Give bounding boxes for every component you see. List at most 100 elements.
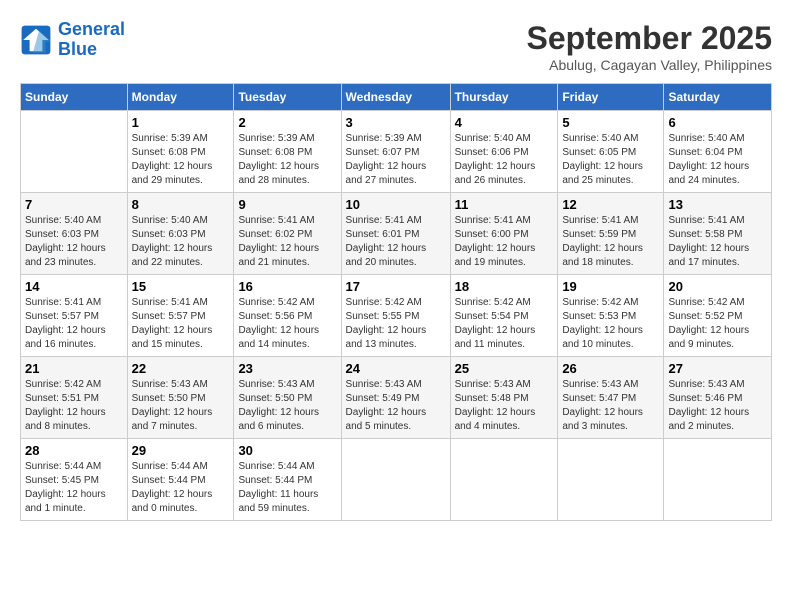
day-number: 1 xyxy=(132,115,230,130)
calendar-cell xyxy=(664,439,772,521)
logo-icon xyxy=(20,24,52,56)
header-friday: Friday xyxy=(558,84,664,111)
day-number: 19 xyxy=(562,279,659,294)
day-info: Sunrise: 5:39 AM Sunset: 6:08 PM Dayligh… xyxy=(238,132,336,188)
calendar-cell: 4 Sunrise: 5:40 AM Sunset: 6:06 PM Daylig… xyxy=(450,111,558,193)
header-saturday: Saturday xyxy=(664,84,772,111)
calendar-cell: 2Sunrise: 5:39 AM Sunset: 6:08 PM Daylig… xyxy=(234,111,341,193)
day-number: 28 xyxy=(25,443,123,458)
day-info: Sunrise: 5:43 AM Sunset: 5:49 PM Dayligh… xyxy=(346,378,446,434)
day-info: Sunrise: 5:40 AM Sunset: 6:06 PM Dayligh… xyxy=(455,132,554,188)
day-number: 3 xyxy=(346,115,446,130)
logo-text: General Blue xyxy=(58,20,125,60)
day-number: 23 xyxy=(238,361,336,376)
calendar-table: Sunday Monday Tuesday Wednesday Thursday… xyxy=(20,83,772,521)
day-number: 26 xyxy=(562,361,659,376)
calendar-cell: 30 Sunrise: 5:44 AM Sunset: 5:44 PM Dayli… xyxy=(234,439,341,521)
day-info: Sunrise: 5:41 AM Sunset: 5:59 PM Dayligh… xyxy=(562,214,659,270)
calendar-cell: 20 Sunrise: 5:42 AM Sunset: 5:52 PM Dayli… xyxy=(664,275,772,357)
calendar-cell: 17 Sunrise: 5:42 AM Sunset: 5:55 PM Dayli… xyxy=(341,275,450,357)
day-number: 12 xyxy=(562,197,659,212)
calendar-cell: 3 Sunrise: 5:39 AM Sunset: 6:07 PM Daylig… xyxy=(341,111,450,193)
day-number: 22 xyxy=(132,361,230,376)
day-number: 18 xyxy=(455,279,554,294)
day-number: 8 xyxy=(132,197,230,212)
day-info: Sunrise: 5:42 AM Sunset: 5:53 PM Dayligh… xyxy=(562,296,659,352)
day-number: 10 xyxy=(346,197,446,212)
calendar-cell: 25Sunrise: 5:43 AM Sunset: 5:48 PM Dayli… xyxy=(450,357,558,439)
calendar-cell: 14Sunrise: 5:41 AM Sunset: 5:57 PM Dayli… xyxy=(21,275,128,357)
header-tuesday: Tuesday xyxy=(234,84,341,111)
day-number: 29 xyxy=(132,443,230,458)
week-row-2: 7 Sunrise: 5:40 AM Sunset: 6:03 PM Daylig… xyxy=(21,193,772,275)
calendar-cell: 8 Sunrise: 5:40 AM Sunset: 6:03 PM Daylig… xyxy=(127,193,234,275)
day-info: Sunrise: 5:44 AM Sunset: 5:45 PM Dayligh… xyxy=(25,460,123,516)
calendar-cell: 6Sunrise: 5:40 AM Sunset: 6:04 PM Daylig… xyxy=(664,111,772,193)
day-info: Sunrise: 5:42 AM Sunset: 5:51 PM Dayligh… xyxy=(25,378,123,434)
calendar-cell: 26Sunrise: 5:43 AM Sunset: 5:47 PM Dayli… xyxy=(558,357,664,439)
calendar-header: Sunday Monday Tuesday Wednesday Thursday… xyxy=(21,84,772,111)
day-info: Sunrise: 5:42 AM Sunset: 5:55 PM Dayligh… xyxy=(346,296,446,352)
day-info: Sunrise: 5:43 AM Sunset: 5:48 PM Dayligh… xyxy=(455,378,554,434)
week-row-5: 28 Sunrise: 5:44 AM Sunset: 5:45 PM Dayli… xyxy=(21,439,772,521)
calendar-cell: 22 Sunrise: 5:43 AM Sunset: 5:50 PM Dayli… xyxy=(127,357,234,439)
day-number: 11 xyxy=(455,197,554,212)
day-info: Sunrise: 5:41 AM Sunset: 5:57 PM Dayligh… xyxy=(132,296,230,352)
day-info: Sunrise: 5:41 AM Sunset: 6:01 PM Dayligh… xyxy=(346,214,446,270)
calendar-cell: 7 Sunrise: 5:40 AM Sunset: 6:03 PM Daylig… xyxy=(21,193,128,275)
calendar-cell: 9 Sunrise: 5:41 AM Sunset: 6:02 PM Daylig… xyxy=(234,193,341,275)
calendar-cell: 28 Sunrise: 5:44 AM Sunset: 5:45 PM Dayli… xyxy=(21,439,128,521)
day-info: Sunrise: 5:39 AM Sunset: 6:08 PM Dayligh… xyxy=(132,132,230,188)
day-number: 4 xyxy=(455,115,554,130)
day-number: 5 xyxy=(562,115,659,130)
logo: General Blue xyxy=(20,20,125,60)
day-number: 17 xyxy=(346,279,446,294)
day-number: 20 xyxy=(668,279,767,294)
day-number: 7 xyxy=(25,197,123,212)
week-row-1: 1 Sunrise: 5:39 AM Sunset: 6:08 PM Daylig… xyxy=(21,111,772,193)
day-info: Sunrise: 5:42 AM Sunset: 5:56 PM Dayligh… xyxy=(238,296,336,352)
month-title: September 2025 xyxy=(527,20,772,57)
day-info: Sunrise: 5:41 AM Sunset: 6:02 PM Dayligh… xyxy=(238,214,336,270)
day-number: 9 xyxy=(238,197,336,212)
day-info: Sunrise: 5:43 AM Sunset: 5:46 PM Dayligh… xyxy=(668,378,767,434)
day-number: 24 xyxy=(346,361,446,376)
day-info: Sunrise: 5:39 AM Sunset: 6:07 PM Dayligh… xyxy=(346,132,446,188)
day-info: Sunrise: 5:44 AM Sunset: 5:44 PM Dayligh… xyxy=(238,460,336,516)
day-info: Sunrise: 5:40 AM Sunset: 6:05 PM Dayligh… xyxy=(562,132,659,188)
week-row-3: 14 Sunrise: 5:41 AM Sunset: 5:57 PM Dayli… xyxy=(21,275,772,357)
calendar-cell: 16 Sunrise: 5:42 AM Sunset: 5:56 PM Dayli… xyxy=(234,275,341,357)
day-info: Sunrise: 5:41 AM Sunset: 6:00 PM Dayligh… xyxy=(455,214,554,270)
day-number: 21 xyxy=(25,361,123,376)
calendar-body: 1 Sunrise: 5:39 AM Sunset: 6:08 PM Daylig… xyxy=(21,111,772,521)
day-info: Sunrise: 5:40 AM Sunset: 6:04 PM Dayligh… xyxy=(668,132,767,188)
day-number: 16 xyxy=(238,279,336,294)
calendar-cell: 15 Sunrise: 5:41 AM Sunset: 5:57 PM Dayli… xyxy=(127,275,234,357)
day-info: Sunrise: 5:42 AM Sunset: 5:52 PM Dayligh… xyxy=(668,296,767,352)
calendar-cell xyxy=(21,111,128,193)
header-thursday: Thursday xyxy=(450,84,558,111)
header-sunday: Sunday xyxy=(21,84,128,111)
day-info: Sunrise: 5:43 AM Sunset: 5:50 PM Dayligh… xyxy=(132,378,230,434)
calendar-cell: 18 Sunrise: 5:42 AM Sunset: 5:54 PM Dayli… xyxy=(450,275,558,357)
calendar-cell: 1 Sunrise: 5:39 AM Sunset: 6:08 PM Daylig… xyxy=(127,111,234,193)
day-number: 27 xyxy=(668,361,767,376)
header-row: Sunday Monday Tuesday Wednesday Thursday… xyxy=(21,84,772,111)
calendar-cell: 13Sunrise: 5:41 AM Sunset: 5:58 PM Dayli… xyxy=(664,193,772,275)
calendar-cell xyxy=(558,439,664,521)
day-number: 15 xyxy=(132,279,230,294)
day-info: Sunrise: 5:43 AM Sunset: 5:50 PM Dayligh… xyxy=(238,378,336,434)
calendar-cell: 29 Sunrise: 5:44 AM Sunset: 5:44 PM Dayli… xyxy=(127,439,234,521)
day-number: 14 xyxy=(25,279,123,294)
week-row-4: 21 Sunrise: 5:42 AM Sunset: 5:51 PM Dayli… xyxy=(21,357,772,439)
day-info: Sunrise: 5:40 AM Sunset: 6:03 PM Dayligh… xyxy=(25,214,123,270)
calendar-cell: 21 Sunrise: 5:42 AM Sunset: 5:51 PM Dayli… xyxy=(21,357,128,439)
day-number: 30 xyxy=(238,443,336,458)
day-info: Sunrise: 5:42 AM Sunset: 5:54 PM Dayligh… xyxy=(455,296,554,352)
location-title: Abulug, Cagayan Valley, Philippines xyxy=(527,57,772,73)
day-info: Sunrise: 5:44 AM Sunset: 5:44 PM Dayligh… xyxy=(132,460,230,516)
day-number: 13 xyxy=(668,197,767,212)
title-section: September 2025 Abulug, Cagayan Valley, P… xyxy=(527,20,772,73)
day-info: Sunrise: 5:40 AM Sunset: 6:03 PM Dayligh… xyxy=(132,214,230,270)
calendar-cell: 24 Sunrise: 5:43 AM Sunset: 5:49 PM Dayli… xyxy=(341,357,450,439)
